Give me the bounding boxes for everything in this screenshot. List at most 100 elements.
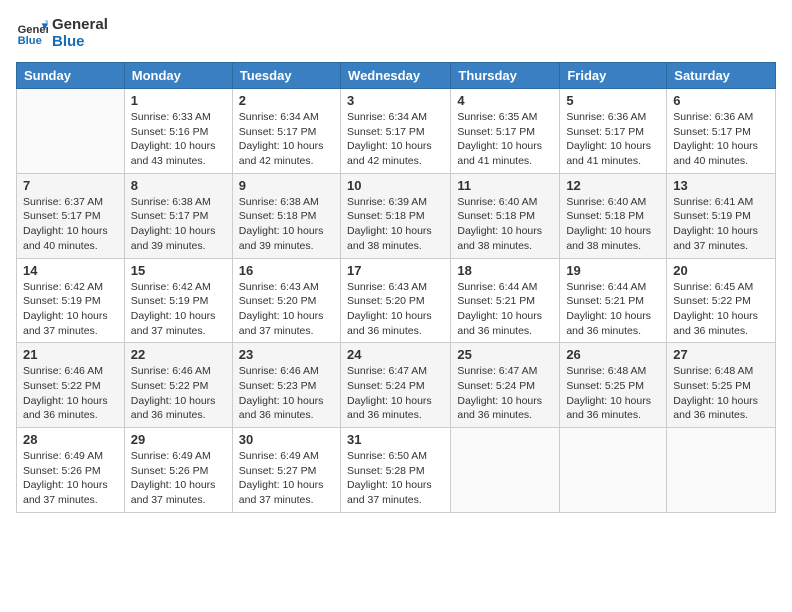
day-info: Sunrise: 6:49 AM Sunset: 5:27 PM Dayligh… [239,449,334,508]
calendar-week-5: 28 Sunrise: 6:49 AM Sunset: 5:26 PM Dayli… [17,428,776,513]
day-number: 9 [239,178,334,193]
day-info: Sunrise: 6:43 AM Sunset: 5:20 PM Dayligh… [239,280,334,339]
day-number: 8 [131,178,226,193]
header-friday: Friday [560,63,667,89]
calendar-cell [560,428,667,513]
calendar-cell: 24 Sunrise: 6:47 AM Sunset: 5:24 PM Dayli… [341,343,451,428]
calendar-cell: 23 Sunrise: 6:46 AM Sunset: 5:23 PM Dayli… [232,343,340,428]
calendar-cell: 3Sunrise: 6:34 AM Sunset: 5:17 PM Daylig… [341,89,451,174]
day-number: 20 [673,263,769,278]
calendar-cell: 22Sunrise: 6:46 AM Sunset: 5:22 PM Dayli… [124,343,232,428]
calendar-cell: 12Sunrise: 6:40 AM Sunset: 5:18 PM Dayli… [560,173,667,258]
calendar-cell: 26 Sunrise: 6:48 AM Sunset: 5:25 PM Dayli… [560,343,667,428]
day-number: 19 [566,263,660,278]
day-info: Sunrise: 6:49 AM Sunset: 5:26 PM Dayligh… [131,449,226,508]
day-info: Sunrise: 6:44 AM Sunset: 5:21 PM Dayligh… [457,280,553,339]
day-number: 18 [457,263,553,278]
logo-icon: General Blue [16,17,48,49]
day-info: Sunrise: 6:39 AM Sunset: 5:18 PM Dayligh… [347,195,444,254]
day-info: Sunrise: 6:38 AM Sunset: 5:17 PM Dayligh… [131,195,226,254]
calendar-cell: 20 Sunrise: 6:45 AM Sunset: 5:22 PM Dayli… [667,258,776,343]
calendar-cell: 10 Sunrise: 6:39 AM Sunset: 5:18 PM Dayli… [341,173,451,258]
day-number: 26 [566,347,660,362]
day-info: Sunrise: 6:36 AM Sunset: 5:17 PM Dayligh… [673,110,769,169]
calendar-cell: 16 Sunrise: 6:43 AM Sunset: 5:20 PM Dayli… [232,258,340,343]
day-info: Sunrise: 6:48 AM Sunset: 5:25 PM Dayligh… [566,364,660,423]
calendar-cell: 19 Sunrise: 6:44 AM Sunset: 5:21 PM Dayli… [560,258,667,343]
day-number: 7 [23,178,118,193]
calendar: SundayMondayTuesdayWednesdayThursdayFrid… [16,62,776,513]
calendar-cell [667,428,776,513]
day-info: Sunrise: 6:45 AM Sunset: 5:22 PM Dayligh… [673,280,769,339]
day-info: Sunrise: 6:40 AM Sunset: 5:18 PM Dayligh… [566,195,660,254]
calendar-week-3: 14 Sunrise: 6:42 AM Sunset: 5:19 PM Dayli… [17,258,776,343]
day-info: Sunrise: 6:33 AM Sunset: 5:16 PM Dayligh… [131,110,226,169]
svg-text:Blue: Blue [18,35,42,47]
day-info: Sunrise: 6:49 AM Sunset: 5:26 PM Dayligh… [23,449,118,508]
day-number: 16 [239,263,334,278]
header-tuesday: Tuesday [232,63,340,89]
calendar-cell: 6Sunrise: 6:36 AM Sunset: 5:17 PM Daylig… [667,89,776,174]
day-info: Sunrise: 6:38 AM Sunset: 5:18 PM Dayligh… [239,195,334,254]
day-number: 23 [239,347,334,362]
day-info: Sunrise: 6:50 AM Sunset: 5:28 PM Dayligh… [347,449,444,508]
calendar-cell: 4 Sunrise: 6:35 AM Sunset: 5:17 PM Daylig… [451,89,560,174]
logo: General Blue General Blue [16,16,108,50]
calendar-cell: 21Sunrise: 6:46 AM Sunset: 5:22 PM Dayli… [17,343,125,428]
header-wednesday: Wednesday [341,63,451,89]
header-thursday: Thursday [451,63,560,89]
day-number: 22 [131,347,226,362]
day-info: Sunrise: 6:35 AM Sunset: 5:17 PM Dayligh… [457,110,553,169]
calendar-cell: 7 Sunrise: 6:37 AM Sunset: 5:17 PM Daylig… [17,173,125,258]
day-info: Sunrise: 6:47 AM Sunset: 5:24 PM Dayligh… [347,364,444,423]
day-info: Sunrise: 6:36 AM Sunset: 5:17 PM Dayligh… [566,110,660,169]
day-info: Sunrise: 6:47 AM Sunset: 5:24 PM Dayligh… [457,364,553,423]
calendar-cell [17,89,125,174]
calendar-cell: 11 Sunrise: 6:40 AM Sunset: 5:18 PM Dayli… [451,173,560,258]
calendar-cell: 9 Sunrise: 6:38 AM Sunset: 5:18 PM Daylig… [232,173,340,258]
day-info: Sunrise: 6:42 AM Sunset: 5:19 PM Dayligh… [131,280,226,339]
day-number: 5 [566,93,660,108]
day-number: 24 [347,347,444,362]
day-number: 2 [239,93,334,108]
day-info: Sunrise: 6:37 AM Sunset: 5:17 PM Dayligh… [23,195,118,254]
day-info: Sunrise: 6:44 AM Sunset: 5:21 PM Dayligh… [566,280,660,339]
day-number: 29 [131,432,226,447]
day-number: 11 [457,178,553,193]
header-saturday: Saturday [667,63,776,89]
calendar-cell: 28 Sunrise: 6:49 AM Sunset: 5:26 PM Dayli… [17,428,125,513]
calendar-week-1: 1Sunrise: 6:33 AM Sunset: 5:16 PM Daylig… [17,89,776,174]
day-number: 17 [347,263,444,278]
day-info: Sunrise: 6:40 AM Sunset: 5:18 PM Dayligh… [457,195,553,254]
day-number: 4 [457,93,553,108]
header-monday: Monday [124,63,232,89]
day-number: 21 [23,347,118,362]
logo-general: General [52,16,108,33]
day-number: 28 [23,432,118,447]
page-header: General Blue General Blue [16,16,776,50]
day-info: Sunrise: 6:34 AM Sunset: 5:17 PM Dayligh… [347,110,444,169]
calendar-cell: 31 Sunrise: 6:50 AM Sunset: 5:28 PM Dayli… [341,428,451,513]
day-number: 14 [23,263,118,278]
day-number: 13 [673,178,769,193]
calendar-week-4: 21Sunrise: 6:46 AM Sunset: 5:22 PM Dayli… [17,343,776,428]
calendar-cell: 15Sunrise: 6:42 AM Sunset: 5:19 PM Dayli… [124,258,232,343]
calendar-header-row: SundayMondayTuesdayWednesdayThursdayFrid… [17,63,776,89]
day-number: 31 [347,432,444,447]
day-info: Sunrise: 6:43 AM Sunset: 5:20 PM Dayligh… [347,280,444,339]
calendar-cell: 2 Sunrise: 6:34 AM Sunset: 5:17 PM Daylig… [232,89,340,174]
calendar-cell: 8 Sunrise: 6:38 AM Sunset: 5:17 PM Daylig… [124,173,232,258]
calendar-cell [451,428,560,513]
calendar-cell: 27Sunrise: 6:48 AM Sunset: 5:25 PM Dayli… [667,343,776,428]
logo-blue: Blue [52,33,108,50]
calendar-cell: 25 Sunrise: 6:47 AM Sunset: 5:24 PM Dayli… [451,343,560,428]
calendar-cell: 13Sunrise: 6:41 AM Sunset: 5:19 PM Dayli… [667,173,776,258]
calendar-week-2: 7 Sunrise: 6:37 AM Sunset: 5:17 PM Daylig… [17,173,776,258]
day-number: 10 [347,178,444,193]
calendar-cell: 30Sunrise: 6:49 AM Sunset: 5:27 PM Dayli… [232,428,340,513]
day-info: Sunrise: 6:34 AM Sunset: 5:17 PM Dayligh… [239,110,334,169]
day-number: 25 [457,347,553,362]
day-info: Sunrise: 6:46 AM Sunset: 5:23 PM Dayligh… [239,364,334,423]
day-info: Sunrise: 6:42 AM Sunset: 5:19 PM Dayligh… [23,280,118,339]
calendar-cell: 17 Sunrise: 6:43 AM Sunset: 5:20 PM Dayli… [341,258,451,343]
